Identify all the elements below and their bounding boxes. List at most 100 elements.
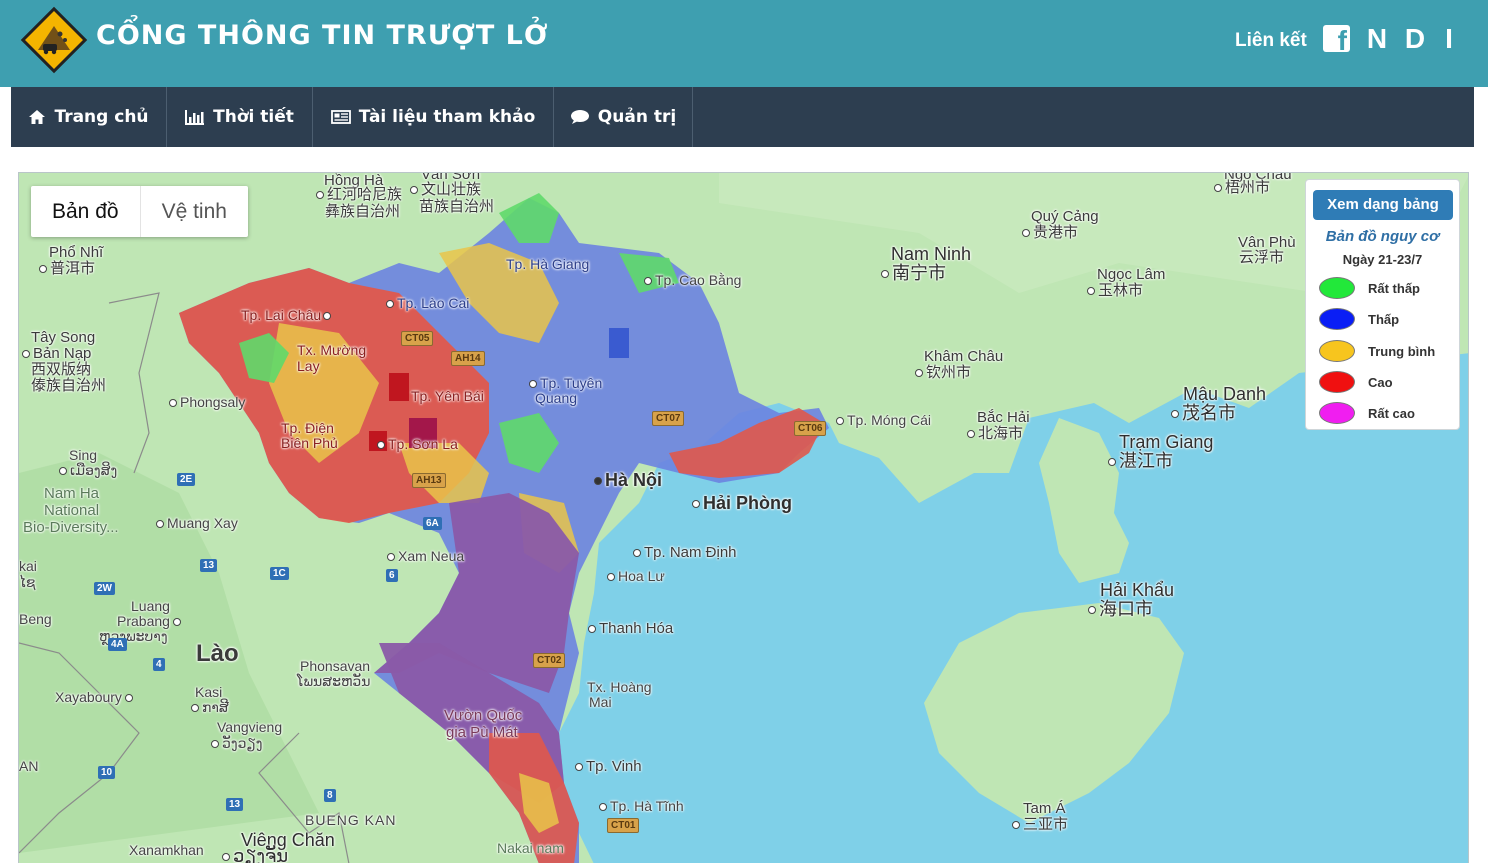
- risk-map[interactable]: Bản đồ Vệ tinh Hồng Hà 红河哈尼族 彝族自治州 Văn S…: [18, 172, 1469, 863]
- place-label: 北海市: [967, 426, 1023, 442]
- road-shield: 2E: [177, 473, 196, 486]
- place-label: Sing: [69, 447, 98, 463]
- place-label: Nakai nam: [497, 840, 564, 856]
- legend-title: Bản đồ nguy cơ: [1325, 228, 1440, 245]
- road-shield: AH13: [412, 473, 446, 488]
- place-label: Tp. Nam Định: [633, 545, 737, 561]
- site-header: CỔNG THÔNG TIN TRƯỢT LỞ Liên kết f N D I: [0, 0, 1488, 87]
- place-label: Tp. Lào Cai: [386, 296, 469, 311]
- place-label: Phongsaly: [169, 395, 245, 410]
- place-label: Biên Phủ: [281, 435, 338, 451]
- n-link-icon[interactable]: N: [1365, 24, 1389, 54]
- road-shield: CT05: [401, 331, 434, 346]
- place-label: Khâm Châu: [924, 348, 1004, 365]
- place-label: Luang: [131, 598, 170, 614]
- place-label: ເມືອງສິງ: [59, 463, 117, 478]
- place-label: Muang Xay: [156, 516, 238, 531]
- home-icon: [29, 110, 46, 124]
- place-label: Tp. Lai Châu: [241, 308, 334, 323]
- place-label: Thanh Hóa: [588, 621, 673, 637]
- place-label: Bio-Diversity...: [23, 519, 119, 536]
- place-label: Hoa Lư: [607, 569, 665, 584]
- place-label: Xam Neua: [387, 549, 464, 564]
- road-shield: AH14: [451, 351, 485, 366]
- place-label: Phonsavan: [300, 658, 371, 674]
- place-label: Tx. Mường: [297, 342, 367, 358]
- facebook-icon[interactable]: f: [1323, 25, 1350, 55]
- legend-label: Thấp: [1368, 311, 1400, 327]
- road-shield: CT07: [652, 411, 685, 426]
- place-label: Bản Nạp: [22, 346, 91, 362]
- place-label: 红河哈尼族: [316, 187, 402, 203]
- place-label: Tp. Cao Bằng: [644, 273, 741, 288]
- view-as-table-button[interactable]: Xem dạng bảng: [1313, 190, 1453, 220]
- nav-item-admin[interactable]: Quản trị: [554, 87, 693, 147]
- map-type-control: Bản đồ Vệ tinh: [31, 186, 248, 237]
- road-shield: CT06: [794, 421, 827, 436]
- place-label: 玉林市: [1087, 283, 1143, 299]
- place-label: Tp. Hà Giang: [506, 256, 590, 272]
- road-shield: 6: [386, 569, 398, 582]
- place-label: Tp. Tuyên: [529, 376, 602, 391]
- place-label: Phổ Nhĩ: [49, 244, 104, 261]
- road-shield: 2W: [94, 582, 115, 595]
- nav-item-weather[interactable]: Thời tiết: [167, 87, 313, 147]
- place-label: Hải Khẩu: [1100, 580, 1175, 600]
- place-label: Tp. Sơn La: [377, 437, 458, 452]
- nav-item-references[interactable]: Tài liệu tham khảo: [313, 87, 554, 147]
- road-shield: 4: [153, 658, 165, 671]
- place-label: 海口市: [1088, 600, 1153, 619]
- legend-item: Rất thấp: [1319, 276, 1420, 300]
- map-type-satellite-button[interactable]: Vệ tinh: [139, 186, 248, 237]
- place-label: Tp. Móng Cái: [836, 413, 931, 428]
- place-label: Tam Á: [1023, 800, 1066, 817]
- place-label: Tp. Vinh: [575, 759, 642, 775]
- road-shield: CT02: [533, 653, 566, 668]
- legend-label: Trung bình: [1368, 343, 1436, 359]
- place-label: Hà Nội: [594, 471, 662, 490]
- place-label: AN: [19, 758, 39, 774]
- place-label: 西双版纳: [31, 361, 92, 378]
- legend-swatch-very-low: [1319, 277, 1355, 299]
- place-label: Hải Phòng: [692, 494, 792, 513]
- legend-item: Cao: [1319, 370, 1393, 394]
- nav-item-home[interactable]: Trang chủ: [11, 87, 167, 147]
- place-label: Prabang: [117, 614, 184, 629]
- place-label: Mai: [589, 694, 612, 710]
- nav-item-label: Trang chủ: [54, 107, 149, 127]
- i-link-icon[interactable]: I: [1440, 24, 1458, 54]
- place-label: gia Pù Mát: [446, 724, 518, 741]
- legend-item: Thấp: [1319, 307, 1399, 331]
- place-label: Tây Song: [31, 329, 96, 346]
- place-label: 茂名市: [1171, 404, 1236, 423]
- place-label: Nam Ninh: [891, 244, 972, 264]
- place-label: Ngọc Lâm: [1097, 266, 1166, 283]
- place-label: ວັງວຽງ: [211, 736, 263, 751]
- landslide-warning-logo-icon[interactable]: [18, 4, 90, 76]
- road-shield: CT01: [607, 818, 640, 833]
- legend-swatch-low: [1319, 308, 1355, 330]
- place-label: Xanamkhan: [129, 842, 204, 858]
- place-label: Kasi: [195, 684, 223, 700]
- legend-swatch-medium: [1319, 340, 1355, 362]
- place-label: 普洱市: [39, 261, 95, 277]
- map-type-map-button[interactable]: Bản đồ: [31, 186, 140, 237]
- road-shield: 13: [200, 559, 218, 572]
- nav-item-label: Quản trị: [597, 107, 677, 127]
- place-label: Tp. Hà Tĩnh: [599, 799, 684, 814]
- place-label: ວຽງຈັນ: [222, 847, 288, 863]
- comment-icon: [570, 110, 589, 124]
- place-label: Vườn Quốc: [444, 707, 523, 724]
- road-shield: 1C: [270, 567, 289, 580]
- legend-item: Rất cao: [1319, 401, 1415, 425]
- place-label: ກາສີ: [191, 700, 229, 715]
- nav-item-label: Thời tiết: [213, 107, 294, 127]
- place-label: 傣族自治州: [31, 377, 107, 394]
- bar-chart-icon: [185, 110, 205, 125]
- main-nav: Trang chủ Thời tiết Tài liệu tham khảo Q…: [11, 87, 1474, 147]
- road-shield: 4A: [108, 638, 127, 651]
- road-shield: 8: [324, 789, 336, 802]
- road-shield: 6A: [423, 517, 442, 530]
- d-link-icon[interactable]: D: [1403, 24, 1427, 54]
- road-shield: 10: [98, 766, 116, 779]
